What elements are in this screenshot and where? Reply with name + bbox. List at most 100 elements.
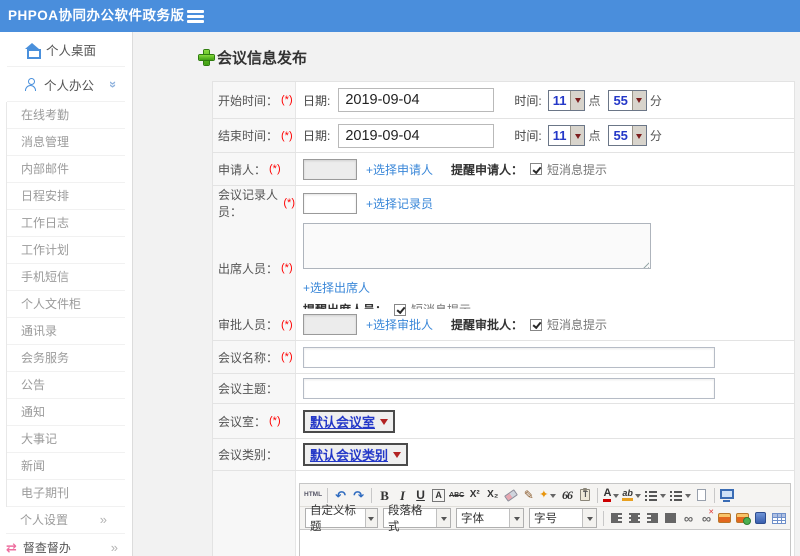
unlink-button[interactable]: ∞ bbox=[698, 509, 715, 528]
dropdown-arrow-icon bbox=[613, 493, 620, 501]
align-justify-button[interactable] bbox=[662, 509, 679, 528]
heading-select-button[interactable]: 自定义标题 bbox=[305, 505, 378, 533]
field-label: 会议类别： bbox=[213, 439, 296, 470]
sidebar-subitem[interactable]: 日程安排 bbox=[7, 183, 125, 210]
sms-checkbox[interactable] bbox=[394, 303, 407, 316]
font-family-select-button[interactable]: 字体 bbox=[456, 508, 524, 528]
editor-content[interactable] bbox=[300, 530, 790, 556]
link-button[interactable]: ∞ bbox=[680, 509, 697, 528]
start-hour-select[interactable]: 11 bbox=[547, 89, 586, 111]
image-icon bbox=[718, 513, 731, 523]
select-arrow-icon bbox=[364, 509, 377, 527]
minute-unit-label: 分 bbox=[649, 129, 662, 143]
sidebar-subitem[interactable]: 消息管理 bbox=[7, 129, 125, 156]
remind-approver-label: 提醒审批人： bbox=[451, 318, 524, 332]
toolbar-separator bbox=[371, 487, 373, 503]
unordered-list-button[interactable] bbox=[668, 486, 692, 505]
pick-attendees-link[interactable]: +选择出席人 bbox=[303, 279, 370, 296]
field-label: 申请人： (*) bbox=[213, 153, 296, 185]
meeting-room-select[interactable]: 默认会议室 bbox=[303, 409, 396, 433]
page-break-button[interactable] bbox=[693, 486, 710, 505]
paragraph-select-button[interactable]: 段落格式 bbox=[383, 505, 451, 533]
fullscreen-button[interactable] bbox=[719, 486, 736, 505]
meeting-name-input[interactable] bbox=[303, 346, 715, 368]
align-left-button[interactable] bbox=[608, 509, 625, 528]
field-label: 审批人员： (*) bbox=[213, 309, 296, 340]
sidebar-subitem[interactable]: 内部邮件 bbox=[7, 156, 125, 183]
ordered-list-button[interactable] bbox=[643, 486, 667, 505]
media-icon bbox=[755, 512, 766, 524]
toolbar-separator bbox=[603, 510, 604, 526]
sidebar-subitem[interactable]: 通知 bbox=[7, 399, 125, 426]
form-row-approver: 审批人员： (*) +选择审批人 提醒审批人： 短消息提示 bbox=[213, 309, 794, 341]
blockquote-button[interactable]: 66 bbox=[558, 486, 575, 505]
sidebar-item-personal-settings[interactable]: 个人设置 » bbox=[6, 507, 125, 534]
sidebar-item-supervision[interactable]: ⇄ 督查督办 » bbox=[0, 534, 132, 556]
sidebar-subitem[interactable]: 工作计划 bbox=[7, 237, 125, 264]
select-arrow-icon bbox=[380, 418, 389, 429]
sidebar-subitem[interactable]: 手机短信 bbox=[7, 264, 125, 291]
form-row-recorder: 会议记录人员： (*) +选择记录员 bbox=[213, 186, 794, 220]
image-button[interactable] bbox=[716, 509, 733, 528]
magic-wand-button[interactable]: ✦ bbox=[538, 486, 557, 505]
format-brush-button[interactable]: ✎ bbox=[520, 486, 537, 505]
font-color-button[interactable]: A bbox=[602, 486, 620, 505]
page-title-text: 会议信息发布 bbox=[217, 49, 308, 67]
sms-checkbox[interactable] bbox=[530, 163, 543, 175]
end-minute-select[interactable]: 55 bbox=[608, 125, 647, 146]
pick-applicant-link[interactable]: +选择申请人 bbox=[366, 161, 433, 178]
start-date-input[interactable] bbox=[338, 88, 495, 112]
sidebar-subitem[interactable]: 通讯录 bbox=[7, 318, 125, 345]
select-arrow-icon bbox=[631, 90, 646, 110]
end-hour-select[interactable]: 11 bbox=[547, 125, 586, 146]
eraser-button[interactable] bbox=[502, 486, 519, 505]
sidebar-subitem[interactable]: 大事记 bbox=[7, 426, 125, 453]
sidebar-subitem[interactable]: 公告 bbox=[7, 372, 125, 399]
subscript-button[interactable]: X₂ bbox=[484, 486, 501, 505]
meeting-subject-input[interactable] bbox=[303, 378, 715, 399]
chevron-double-down-icon: » bbox=[105, 80, 121, 88]
align-right-button[interactable] bbox=[644, 509, 661, 528]
end-date-input[interactable] bbox=[338, 123, 495, 148]
recorder-input[interactable] bbox=[303, 192, 357, 214]
sidebar-item-personal-desktop[interactable]: 个人桌面 bbox=[7, 32, 125, 67]
pick-recorder-link[interactable]: +选择记录员 bbox=[366, 195, 433, 212]
sidebar-subitem[interactable]: 电子期刊 bbox=[7, 480, 125, 507]
align-center-button[interactable] bbox=[626, 509, 643, 528]
toolbar-separator bbox=[597, 487, 599, 503]
sidebar-subitem[interactable]: 会务服务 bbox=[7, 345, 125, 372]
pick-approver-link[interactable]: +选择审批人 bbox=[366, 316, 433, 333]
sidebar-subitem[interactable]: 个人文件柜 bbox=[7, 291, 125, 318]
superscript-button[interactable]: X² bbox=[466, 486, 483, 505]
heading-select-label: 自定义标题 bbox=[310, 505, 356, 533]
required-mark: (*) bbox=[283, 197, 295, 209]
field-label: 会议主题： bbox=[213, 374, 296, 403]
highlight-button[interactable]: ab bbox=[621, 486, 642, 505]
hamburger-menu-icon[interactable] bbox=[187, 10, 204, 13]
table-button[interactable] bbox=[770, 509, 787, 528]
approver-input[interactable] bbox=[303, 314, 357, 335]
sidebar-item-personal-office[interactable]: 个人办公 » bbox=[7, 67, 125, 102]
boxed-a-button[interactable]: A bbox=[430, 486, 447, 505]
date-label: 日期: bbox=[303, 129, 331, 143]
paste-template-button[interactable] bbox=[576, 486, 593, 505]
applicant-input[interactable] bbox=[303, 158, 357, 180]
media-button[interactable] bbox=[752, 509, 769, 528]
start-minute-select[interactable]: 55 bbox=[608, 89, 647, 111]
sidebar-subitem[interactable]: 工作日志 bbox=[7, 210, 125, 237]
sidebar-subitem[interactable]: 新闻 bbox=[7, 453, 125, 480]
sidebar-subitem[interactable]: 在线考勤 bbox=[7, 102, 125, 129]
select-arrow-icon bbox=[570, 90, 585, 110]
required-mark: (*) bbox=[269, 163, 281, 175]
font-size-select-button[interactable]: 字号 bbox=[529, 508, 597, 528]
font-family-select-label: 字体 bbox=[461, 513, 484, 525]
align-left-icon bbox=[610, 511, 623, 525]
strikethrough-button[interactable]: ABC bbox=[448, 486, 465, 505]
attendees-textarea[interactable] bbox=[303, 223, 651, 269]
redo-icon: ↷ bbox=[353, 487, 365, 503]
image-upload-button[interactable] bbox=[734, 509, 751, 528]
ordered-list-icon bbox=[644, 489, 658, 502]
sms-checkbox[interactable] bbox=[530, 318, 543, 331]
meeting-category-select[interactable]: 默认会议类别 bbox=[303, 443, 409, 466]
html-source-icon: HTML bbox=[304, 490, 323, 498]
